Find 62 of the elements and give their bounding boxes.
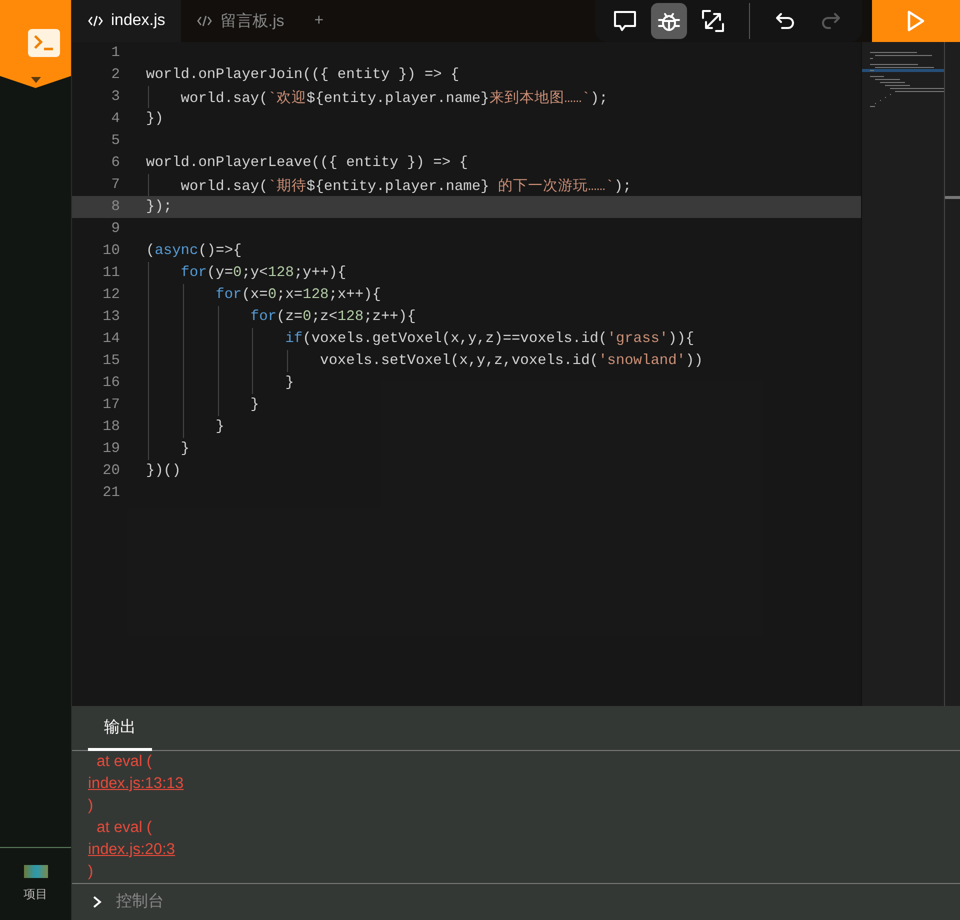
- code-line: (async()=>{: [146, 243, 242, 259]
- thumbnail-placeholder: [24, 865, 48, 878]
- line-number: 13: [102, 309, 120, 325]
- line-number: 8: [110, 199, 120, 215]
- logo-panel[interactable]: [0, 0, 71, 88]
- console-input-field[interactable]: 控制台: [114, 892, 418, 912]
- line-number: 21: [102, 485, 120, 501]
- code-line: world.say(`欢迎${entity.player.name}来到本地图……`);: [180, 88, 608, 106]
- file-tab[interactable]: index.js: [72, 0, 182, 42]
- log-link[interactable]: index.js:20:3: [88, 839, 176, 861]
- project-item[interactable]: 项目: [0, 848, 71, 920]
- log-text: ): [88, 862, 94, 882]
- log-link[interactable]: index.js:13:13: [88, 773, 184, 795]
- file-tab[interactable]: 留言板.js: [181, 0, 300, 42]
- code-line: }: [180, 441, 190, 457]
- code-line: });: [146, 199, 172, 215]
- line-number: 14: [102, 331, 120, 347]
- line-number: 12: [102, 287, 120, 303]
- line-number: 10: [102, 243, 120, 259]
- code-line: }: [284, 375, 294, 391]
- line-number: 2: [110, 67, 120, 83]
- log-text: ): [88, 796, 94, 816]
- line-number: 11: [102, 265, 120, 281]
- line-number: 9: [110, 221, 120, 237]
- line-number: 5: [110, 133, 120, 149]
- speech-bubble-icon: [612, 8, 638, 34]
- line-number: 6: [110, 155, 120, 171]
- resize-icon: [700, 8, 726, 34]
- line-number: 18: [102, 419, 120, 435]
- line-number: 19: [102, 441, 120, 457]
- code-line: world.say(`期待${entity.player.name} 的下一次游玩……`);: [180, 177, 632, 194]
- debug-button[interactable]: [651, 3, 687, 39]
- line-number: 15: [102, 353, 120, 369]
- code-line: for(z=0;z<128;z++){: [249, 309, 416, 325]
- line-number: 4: [110, 111, 120, 127]
- code-line: voxels.setVoxel(x,y,z,voxels.id('snowland')): [319, 353, 703, 369]
- line-number: 20: [102, 463, 120, 479]
- line-number: 3: [110, 89, 120, 105]
- code-line: }: [214, 419, 224, 435]
- scrollbar[interactable]: [944, 42, 960, 706]
- line-number: 17: [102, 397, 120, 413]
- line-number: 7: [110, 177, 120, 193]
- code-line: }: [249, 397, 260, 413]
- line-number: 1: [110, 45, 120, 61]
- play-icon: [906, 10, 926, 32]
- output-tab[interactable]: 输出: [88, 706, 152, 751]
- line-number: 16: [102, 375, 120, 391]
- code-line: })(): [146, 463, 181, 479]
- chevron-icon: [92, 895, 102, 909]
- log-text: at eval (: [96, 818, 152, 838]
- code-line: for(x=0;x=128;x++){: [214, 287, 381, 303]
- terminal-icon: [26, 28, 60, 58]
- code-line: world.onPlayerJoin(({ entity }) => {: [146, 67, 460, 83]
- code-line: }): [146, 111, 164, 127]
- add-tab-button[interactable]: +: [300, 0, 338, 42]
- code-icon: [88, 15, 103, 27]
- code-line: for(y=0;y<128;y++){: [180, 265, 346, 281]
- code-icon: [197, 15, 212, 27]
- caret-icon: [30, 76, 42, 84]
- code-line: world.onPlayerLeave(({ entity }) => {: [146, 155, 468, 171]
- log-text: at eval (: [96, 752, 152, 772]
- code-line: if(voxels.getVoxel(x,y,z)==voxels.id('grass')){: [284, 331, 694, 347]
